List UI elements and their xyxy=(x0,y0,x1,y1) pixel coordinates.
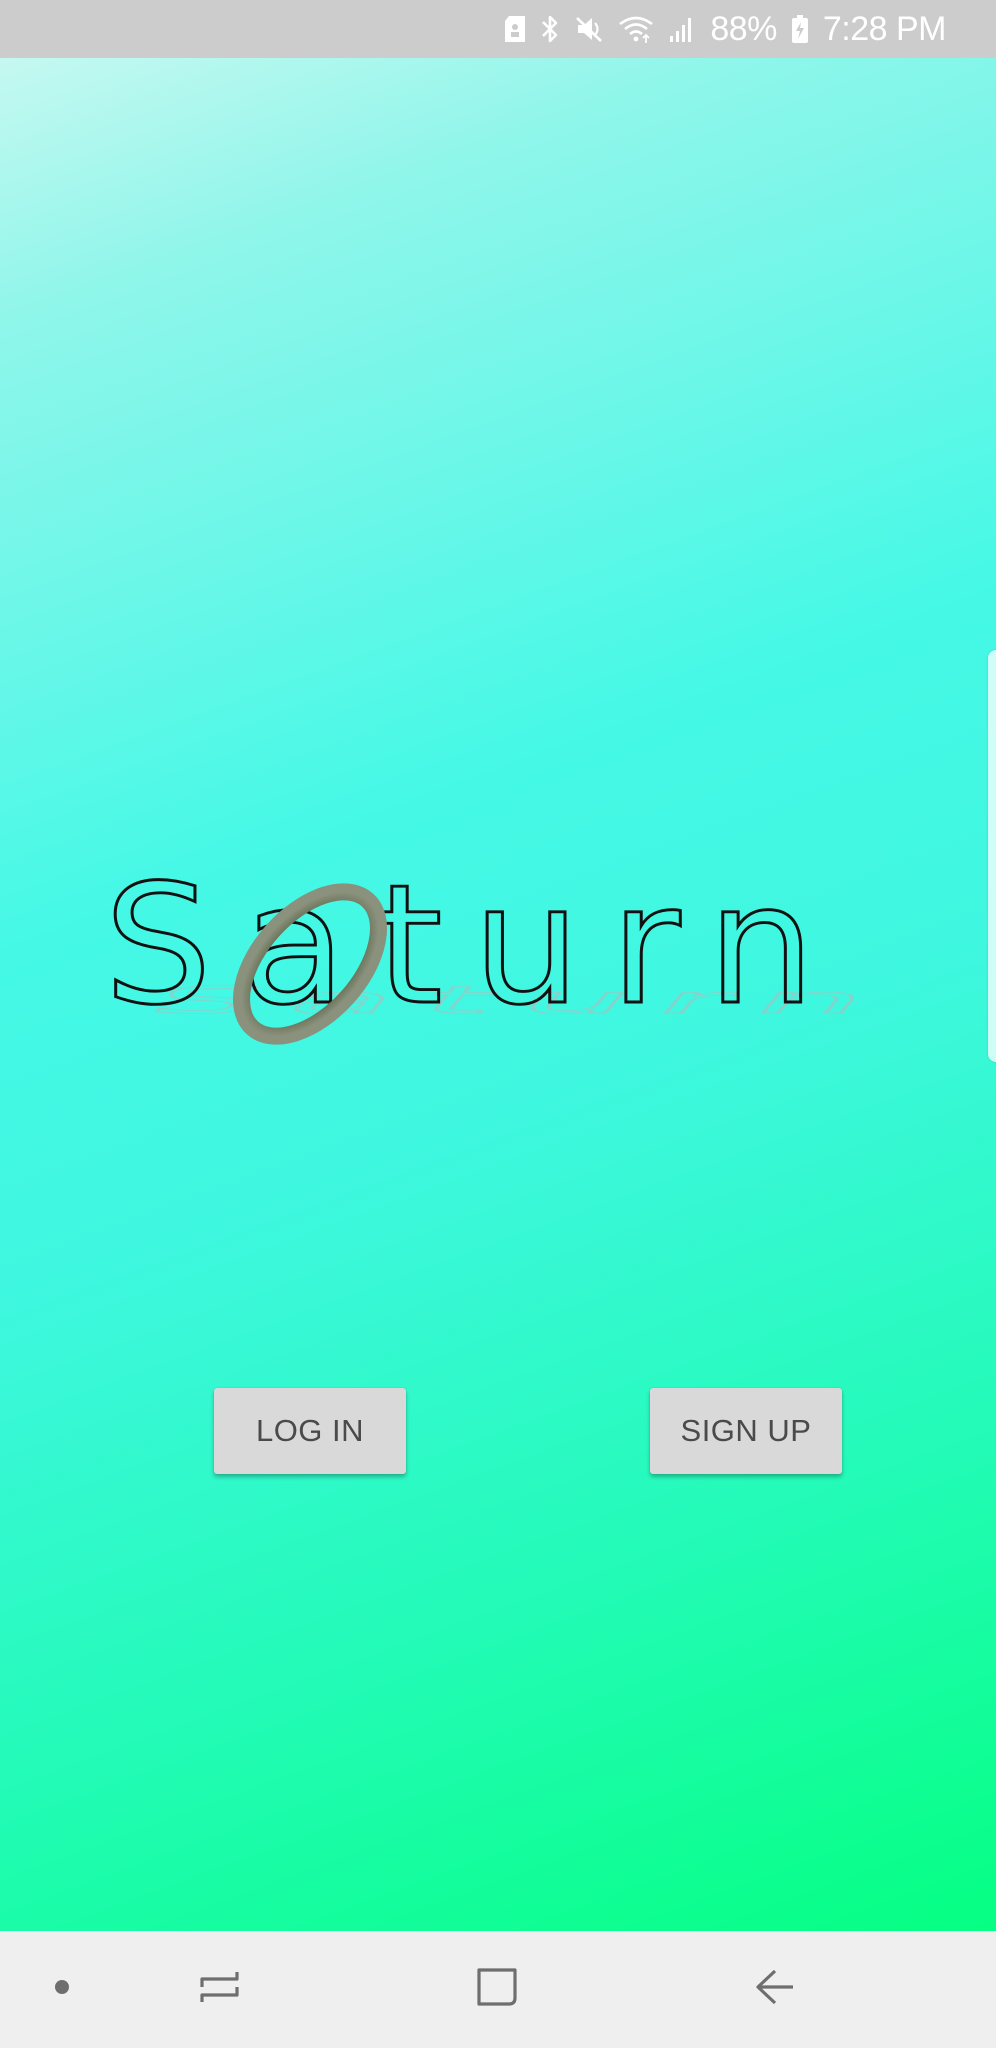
back-icon xyxy=(754,1966,796,2013)
edge-panel-handle[interactable] xyxy=(988,650,996,1062)
dot-icon xyxy=(54,1979,70,2000)
wifi-icon xyxy=(618,14,654,44)
clock: 7:28 PM xyxy=(822,9,947,48)
nav-back-button[interactable] xyxy=(735,1931,815,2048)
status-icons: 88% 7:28 PM xyxy=(504,0,947,58)
home-icon xyxy=(476,1966,518,2013)
navigation-bar xyxy=(0,1931,996,2048)
logo-graphic: Saturn Saturn xyxy=(103,849,896,1045)
saturn-logo: Saturn Saturn xyxy=(96,808,896,1068)
signup-button[interactable]: SIGN UP xyxy=(650,1388,842,1474)
sd-card-icon xyxy=(504,15,526,43)
battery-percent: 88% xyxy=(710,9,777,48)
nav-recents-button[interactable] xyxy=(180,1931,260,2048)
signal-icon xyxy=(668,14,696,44)
nav-dot-button[interactable] xyxy=(30,1931,94,2048)
bluetooth-icon xyxy=(540,14,560,44)
login-button[interactable]: LOG IN xyxy=(214,1388,406,1474)
battery-charging-icon xyxy=(791,14,809,44)
logo-text: Saturn xyxy=(104,850,845,1041)
app-background: Saturn Saturn LOG IN SIGN UP xyxy=(0,58,996,1931)
status-bar: 88% 7:28 PM xyxy=(0,0,996,58)
mute-icon xyxy=(574,14,604,44)
recents-icon xyxy=(199,1966,241,2013)
nav-home-button[interactable] xyxy=(457,1931,537,2048)
